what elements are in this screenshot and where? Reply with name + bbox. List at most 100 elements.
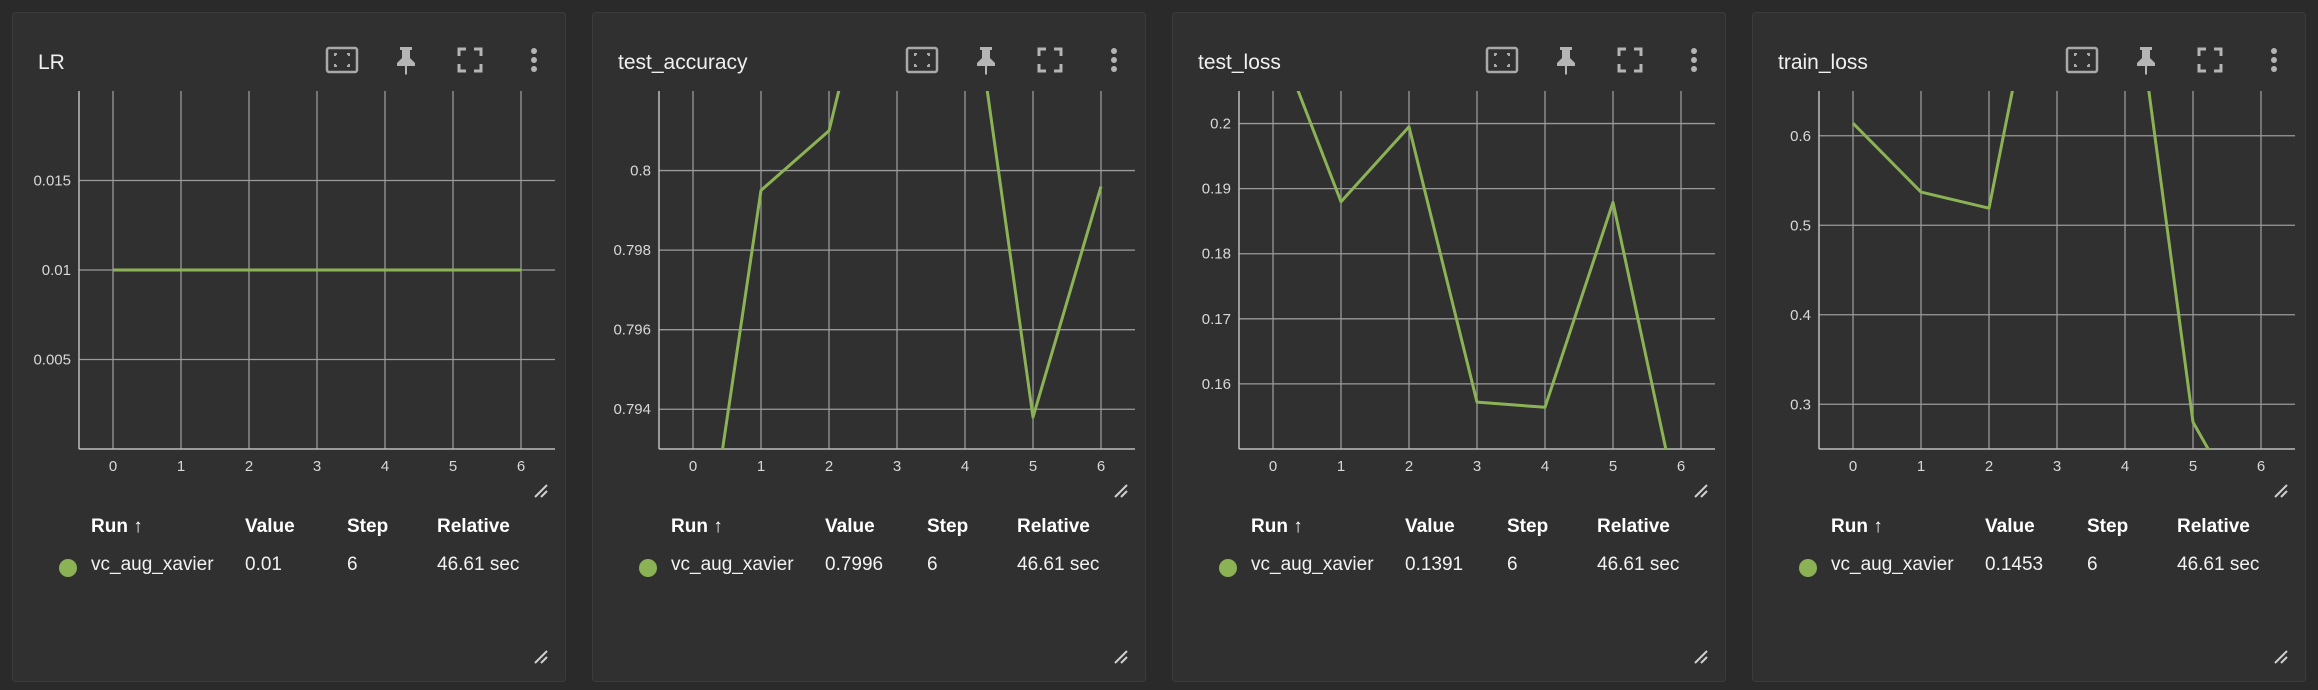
x-tick-label: 1	[757, 458, 765, 475]
column-header-step[interactable]: Step	[2087, 516, 2128, 538]
x-tick-label: 6	[1097, 458, 1105, 475]
resize-icon	[534, 484, 548, 498]
column-header-step[interactable]: Step	[347, 516, 388, 538]
y-tick-label: 0.5	[1790, 217, 1811, 234]
x-tick-label: 4	[2121, 458, 2129, 475]
column-header-run[interactable]: Run ↑	[1251, 516, 1303, 538]
x-tick-label: 5	[1609, 458, 1617, 475]
x-tick-label: 1	[177, 458, 185, 475]
x-tick-label: 0	[1849, 458, 1857, 475]
run-relative: 46.61 sec	[1597, 554, 1680, 575]
run-name: vc_aug_xavier	[671, 554, 794, 575]
run-value: 0.01	[245, 554, 282, 575]
column-header-step[interactable]: Step	[927, 516, 968, 538]
y-tick-label: 0.798	[613, 242, 651, 259]
y-tick-label: 0.01	[42, 262, 71, 279]
x-tick-label: 4	[961, 458, 969, 475]
scalar-card-2: test_loss 0 1 2 3 4 5 6 0.16 0.17 0.18 0.19 0.	[1172, 12, 1726, 682]
y-tick-label: 0.4	[1790, 307, 1811, 324]
column-header-relative[interactable]: Relative	[1017, 516, 1090, 538]
chart-resize-handle[interactable]	[1693, 483, 1709, 499]
column-header-run[interactable]: Run ↑	[671, 516, 723, 538]
run-name: vc_aug_xavier	[1251, 554, 1374, 575]
y-tick-label: 0.18	[1202, 246, 1231, 263]
card-resize-handle[interactable]	[533, 649, 549, 665]
column-header-relative[interactable]: Relative	[1597, 516, 1670, 538]
y-tick-label: 0.2	[1210, 116, 1231, 133]
run-name: vc_aug_xavier	[91, 554, 214, 575]
y-tick-label: 0.3	[1790, 396, 1811, 413]
x-tick-label: 5	[449, 458, 457, 475]
line-chart[interactable]: 0 1 2 3 4 5 6 0.794 0.796 0.798 0.8	[593, 13, 1147, 513]
x-tick-label: 5	[1029, 458, 1037, 475]
x-tick-label: 3	[1473, 458, 1481, 475]
column-header-value[interactable]: Value	[1985, 516, 2035, 538]
column-header-relative[interactable]: Relative	[437, 516, 510, 538]
x-tick-label: 4	[381, 458, 389, 475]
chart-resize-handle[interactable]	[1113, 483, 1129, 499]
line-chart[interactable]: 0 1 2 3 4 5 6 0.005 0.01 0.015	[13, 13, 567, 513]
y-tick-label: 0.19	[1202, 181, 1231, 198]
column-header-run[interactable]: Run ↑	[1831, 516, 1883, 538]
column-header-value[interactable]: Value	[1405, 516, 1455, 538]
column-header-relative[interactable]: Relative	[2177, 516, 2250, 538]
x-tick-label: 6	[517, 458, 525, 475]
run-value: 0.1391	[1405, 554, 1464, 575]
run-relative: 46.61 sec	[2177, 554, 2260, 575]
run-value: 0.1453	[1985, 554, 2044, 575]
x-tick-label: 1	[1337, 458, 1345, 475]
run-step: 6	[927, 554, 938, 575]
run-color-dot	[59, 559, 77, 577]
y-tick-label: 0.005	[33, 352, 71, 369]
x-tick-label: 1	[1917, 458, 1925, 475]
card-resize-handle[interactable]	[2273, 649, 2289, 665]
column-header-value[interactable]: Value	[245, 516, 295, 538]
x-tick-label: 3	[893, 458, 901, 475]
y-tick-label: 0.794	[613, 401, 651, 418]
x-tick-label: 4	[1541, 458, 1549, 475]
card-resize-handle[interactable]	[1113, 649, 1129, 665]
run-step: 6	[2087, 554, 2098, 575]
y-tick-label: 0.015	[33, 173, 71, 190]
x-tick-label: 2	[245, 458, 253, 475]
x-tick-label: 6	[1677, 458, 1685, 475]
y-tick-label: 0.8	[630, 163, 651, 180]
card-resize-handle[interactable]	[1693, 649, 1709, 665]
run-color-dot	[1219, 559, 1237, 577]
run-relative: 46.61 sec	[1017, 554, 1100, 575]
x-tick-label: 3	[2053, 458, 2061, 475]
scalar-card-0: LR 0 1 2 3 4 5 6 0.005 0.01 0.015 Run ↑ …	[12, 12, 566, 682]
chart-resize-handle[interactable]	[533, 483, 549, 499]
x-tick-label: 0	[109, 458, 117, 475]
x-tick-label: 2	[825, 458, 833, 475]
scalar-card-1: test_accuracy 0 1 2 3 4 5 6 0.794 0.796 0.79	[592, 12, 1146, 682]
run-color-dot	[639, 559, 657, 577]
chart-resize-handle[interactable]	[2273, 483, 2289, 499]
resize-icon	[534, 650, 548, 664]
column-header-run[interactable]: Run ↑	[91, 516, 143, 538]
x-tick-label: 0	[689, 458, 697, 475]
scalar-card-3: train_loss 01234560.30.40.50.6	[1752, 12, 2306, 682]
line-chart[interactable]: 0 1 2 3 4 5 6 0.16 0.17 0.18 0.19 0.2	[1173, 13, 1727, 513]
resize-icon	[1694, 650, 1708, 664]
run-step: 6	[1507, 554, 1518, 575]
line-chart[interactable]: 0 1 2 3 4 5 6 0.3 0.4 0.5 0.6	[1753, 13, 2307, 513]
resize-icon	[1114, 484, 1128, 498]
resize-icon	[1114, 650, 1128, 664]
run-value: 0.7996	[825, 554, 884, 575]
run-color-dot	[1799, 559, 1817, 577]
column-header-value[interactable]: Value	[825, 516, 875, 538]
column-header-step[interactable]: Step	[1507, 516, 1548, 538]
y-tick-label: 0.17	[1202, 311, 1231, 328]
x-tick-label: 2	[1985, 458, 1993, 475]
y-tick-label: 0.16	[1202, 376, 1231, 393]
y-tick-label: 0.796	[613, 322, 651, 339]
run-step: 6	[347, 554, 358, 575]
x-tick-label: 2	[1405, 458, 1413, 475]
x-tick-label: 3	[313, 458, 321, 475]
resize-icon	[1694, 484, 1708, 498]
x-tick-label: 6	[2257, 458, 2265, 475]
resize-icon	[2274, 484, 2288, 498]
x-tick-label: 0	[1269, 458, 1277, 475]
run-relative: 46.61 sec	[437, 554, 520, 575]
